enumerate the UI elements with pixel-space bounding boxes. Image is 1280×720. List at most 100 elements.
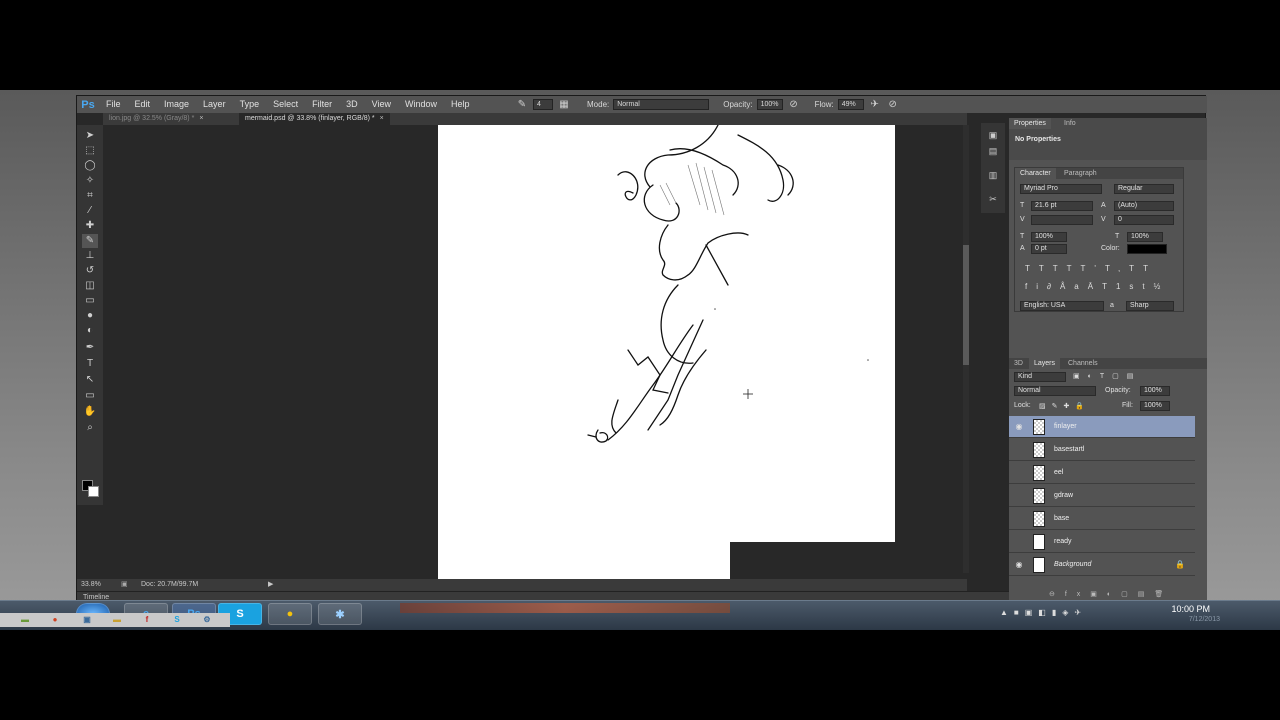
clock-time[interactable]: 10:00 PM (1171, 604, 1210, 614)
vertical-scroll-thumb[interactable] (963, 245, 969, 365)
history-brush-tool-icon[interactable]: ↺ (82, 264, 98, 278)
tab-3d[interactable]: 3D (1009, 358, 1028, 369)
marquee-tool-icon[interactable]: ⬚ (82, 144, 98, 158)
eyedropper-tool-icon[interactable]: ⁄ (82, 204, 98, 218)
layer-row[interactable]: base (1009, 508, 1195, 530)
zoom-tool-icon[interactable]: ⌕ (82, 421, 98, 435)
layer-row[interactable]: ready (1009, 531, 1195, 553)
status-arrow-icon[interactable]: ▶ (268, 579, 273, 591)
pressure-opacity-icon[interactable]: ⊘ (787, 99, 801, 111)
eye-icon[interactable]: ◉ (1013, 421, 1025, 433)
vertical-scrollbar[interactable] (963, 125, 969, 573)
tool-presets-icon[interactable]: ✂ (986, 193, 1000, 205)
flow-input[interactable]: 49% (837, 99, 864, 110)
vertical-scale-input[interactable]: 100% (1031, 232, 1067, 242)
visibility-toggle[interactable] (1013, 467, 1025, 479)
visibility-toggle[interactable] (1013, 513, 1025, 525)
tab-properties[interactable]: Properties (1009, 118, 1051, 129)
close-icon[interactable]: × (380, 115, 384, 122)
layer-row[interactable]: basestartl (1009, 439, 1195, 461)
visibility-toggle[interactable] (1013, 536, 1025, 548)
status-menu-icon[interactable]: ▣ (121, 579, 128, 591)
menu-window[interactable]: Window (398, 96, 444, 113)
menu-type[interactable]: Type (233, 96, 267, 113)
chrome-taskbar-icon[interactable]: ● (268, 603, 312, 625)
eye-icon[interactable]: ◉ (1013, 559, 1025, 571)
lock-buttons[interactable]: ▨✎✚🔒 (1039, 402, 1090, 410)
filezilla-quicklaunch-icon[interactable]: f (142, 615, 152, 625)
menu-layer[interactable]: Layer (196, 96, 233, 113)
settings-quicklaunch-icon[interactable]: ⚙ (202, 615, 212, 625)
menu-select[interactable]: Select (266, 96, 305, 113)
mode-select[interactable]: Normal (613, 99, 710, 110)
menu-help[interactable]: Help (444, 96, 477, 113)
skype-quicklaunch-icon[interactable]: S (172, 615, 182, 625)
close-icon[interactable]: × (199, 115, 203, 122)
stamp-tool-icon[interactable]: ⊥ (82, 249, 98, 263)
text-color-swatch[interactable] (1127, 244, 1167, 254)
font-family-select[interactable]: Myriad Pro (1020, 184, 1102, 194)
layer-filter-icons[interactable]: ▣◐T▢▤ (1073, 372, 1141, 380)
layer-filter-select[interactable]: Kind (1014, 372, 1066, 382)
layer-action-buttons[interactable]: ⊖fx▣◐▢▤🗑 (1049, 590, 1173, 598)
layer-row[interactable]: gdraw (1009, 485, 1195, 507)
opacity-input[interactable]: 100% (756, 99, 783, 110)
zoom-level[interactable]: 33.8% (81, 579, 101, 591)
layer-row[interactable]: ◉ finlayer (1009, 416, 1195, 438)
adjust-icon[interactable]: ▥ (986, 169, 1000, 181)
tab-mermaid[interactable]: mermaid.psd @ 33.8% (finlayer, RGB/8) * × (239, 113, 390, 125)
visibility-toggle[interactable] (1013, 444, 1025, 456)
move-tool-icon[interactable]: ➤ (82, 129, 98, 143)
brush-preset-icon[interactable]: ✎ (515, 99, 529, 111)
menu-filter[interactable]: Filter (305, 96, 339, 113)
canvas-area[interactable] (103, 125, 967, 581)
brush-tool-icon[interactable]: ✎ (82, 234, 98, 248)
tab-paragraph[interactable]: Paragraph (1059, 168, 1102, 179)
background-color-swatch[interactable] (88, 486, 99, 497)
menu-3d[interactable]: 3D (339, 96, 365, 113)
tab-channels[interactable]: Channels (1063, 358, 1103, 369)
gradient-tool-icon[interactable]: ▭ (82, 294, 98, 308)
dodge-tool-icon[interactable]: ◐ (82, 324, 98, 338)
crop-tool-icon[interactable]: ⌗ (82, 189, 98, 203)
fill-input[interactable]: 100% (1140, 401, 1170, 411)
tab-character[interactable]: Character (1015, 168, 1056, 179)
kerning-input[interactable] (1031, 215, 1093, 225)
layer-row[interactable]: ◉ Background 🔒 (1009, 554, 1195, 576)
font-size-input[interactable]: 21.6 pt (1031, 201, 1093, 211)
layer-row[interactable]: eel (1009, 462, 1195, 484)
menu-file[interactable]: File (99, 96, 128, 113)
layer-opacity-input[interactable]: 100% (1140, 386, 1170, 396)
blur-tool-icon[interactable]: ● (82, 309, 98, 323)
brush-panel-icon[interactable]: ▦ (557, 99, 571, 111)
menu-view[interactable]: View (365, 96, 398, 113)
folder-icon[interactable]: ▬ (20, 615, 30, 625)
app-quicklaunch-icon[interactable]: ▣ (82, 615, 92, 625)
actions-icon[interactable]: ▤ (986, 145, 1000, 157)
menu-image[interactable]: Image (157, 96, 196, 113)
brush-size-picker[interactable]: 4 (533, 99, 553, 110)
history-icon[interactable]: ▣ (986, 129, 1000, 141)
font-style-select[interactable]: Regular (1114, 184, 1174, 194)
path-select-tool-icon[interactable]: ↖ (82, 373, 98, 387)
lasso-tool-icon[interactable]: ◯ (82, 159, 98, 173)
tray-icons[interactable]: ▲■▣◧▮◈✈ (1000, 608, 1087, 617)
type-tool-icon[interactable]: T (82, 357, 98, 371)
chrome-quicklaunch-icon[interactable]: ● (50, 615, 60, 625)
pen-tool-icon[interactable]: ✒ (82, 341, 98, 355)
faux-style-buttons[interactable]: TTTTT'T,TT (1025, 264, 1157, 273)
horizontal-scale-input[interactable]: 100% (1127, 232, 1163, 242)
leading-input[interactable]: (Auto) (1114, 201, 1174, 211)
blend-mode-select[interactable]: Normal (1014, 386, 1096, 396)
tracking-input[interactable]: 0 (1114, 215, 1174, 225)
hand-tool-icon[interactable]: ✋ (82, 405, 98, 419)
menu-edit[interactable]: Edit (128, 96, 158, 113)
visibility-toggle[interactable] (1013, 490, 1025, 502)
antialias-select[interactable]: Sharp (1126, 301, 1174, 311)
quick-select-tool-icon[interactable]: ✧ (82, 174, 98, 188)
healing-tool-icon[interactable]: ✚ (82, 219, 98, 233)
tab-lion[interactable]: lion.jpg @ 32.5% (Gray/8) * × (103, 113, 209, 125)
tab-info[interactable]: Info (1059, 118, 1081, 129)
eraser-tool-icon[interactable]: ◫ (82, 279, 98, 293)
app-taskbar-icon[interactable]: ✱ (318, 603, 362, 625)
